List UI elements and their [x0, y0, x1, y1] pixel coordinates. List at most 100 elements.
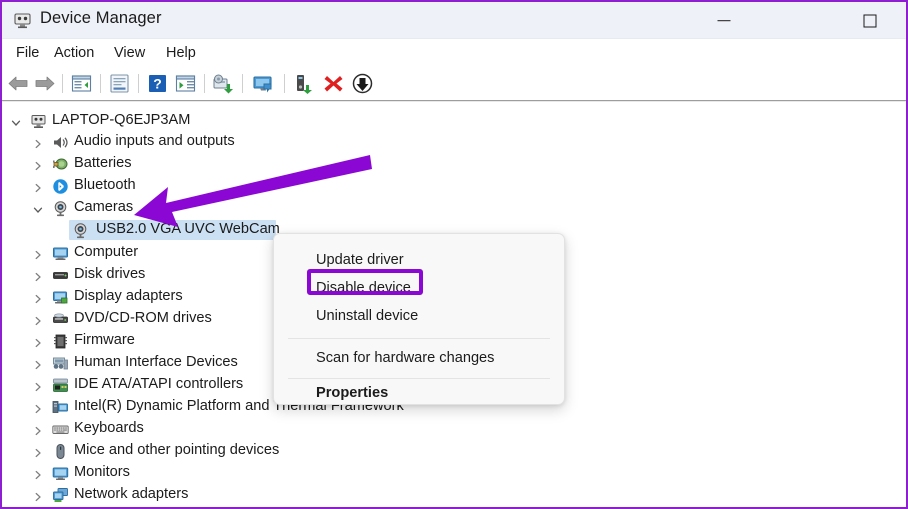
- tree-item-root[interactable]: LAPTOP-Q6EJP3AM: [2, 111, 906, 132]
- tree-item-label: Bluetooth: [74, 177, 136, 193]
- menu-item-action[interactable]: Action: [47, 43, 101, 64]
- bluetooth-icon: [52, 178, 69, 195]
- toolbar-properties-button[interactable]: [107, 71, 132, 96]
- toolbar-display-button[interactable]: [251, 71, 276, 96]
- toolbar-console-tree-button[interactable]: [69, 71, 94, 96]
- toolbar-separator: [100, 74, 101, 93]
- dvd-drive-icon: [52, 311, 69, 328]
- window-title: Device Manager: [40, 9, 162, 27]
- toolbar-update-driver-button[interactable]: [173, 71, 198, 96]
- toolbar-help-button[interactable]: ?: [145, 71, 170, 96]
- chevron-right-icon[interactable]: [32, 137, 44, 149]
- tree-item-label: Keyboards: [74, 420, 144, 436]
- maximize-button[interactable]: [847, 2, 893, 39]
- chevron-right-icon[interactable]: [32, 380, 44, 392]
- menu-item-view[interactable]: View: [107, 43, 152, 64]
- chevron-right-icon[interactable]: [32, 468, 44, 480]
- tree-item-label: Cameras: [74, 199, 134, 215]
- close-button[interactable]: [893, 2, 906, 39]
- camera-icon: [52, 200, 69, 217]
- tree-item-label: DVD/CD-ROM drives: [74, 310, 212, 326]
- tree-item-label: Network adapters: [74, 486, 189, 502]
- display-icon: [253, 76, 272, 93]
- toolbar-separator: [138, 74, 139, 93]
- tree-item-label: Human Interface Devices: [74, 354, 238, 370]
- tree-item-label: LAPTOP-Q6EJP3AM: [52, 112, 191, 128]
- tree-item-label: Monitors: [74, 464, 130, 480]
- tree-item-cameras[interactable]: Cameras: [2, 198, 906, 219]
- device-manager-icon: [13, 11, 33, 29]
- network-adapter-icon: [52, 487, 69, 504]
- tree-item-audio-inputs-and-outputs[interactable]: Audio inputs and outputs: [2, 132, 906, 153]
- context-menu-item-update-driver[interactable]: Update driver: [274, 246, 564, 274]
- menu-item-file[interactable]: File: [9, 43, 46, 64]
- tree-item-label: Display adapters: [74, 288, 183, 304]
- disk-drive-icon: [52, 267, 69, 284]
- chevron-right-icon[interactable]: [32, 358, 44, 370]
- tree-item-network-adapters[interactable]: Network adapters: [2, 485, 906, 506]
- firmware-icon: [52, 333, 69, 350]
- context-menu-item-disable-device[interactable]: Disable device: [274, 274, 564, 302]
- disable-device-icon: [352, 73, 373, 94]
- thermal-icon: [52, 399, 69, 416]
- menu-bar: File Action View Help: [2, 39, 906, 67]
- toolbar-separator: [284, 74, 285, 93]
- tree-item-label: USB2.0 VGA UVC WebCam: [96, 221, 280, 237]
- chevron-right-icon[interactable]: [32, 248, 44, 260]
- toolbar-scan-hardware-button[interactable]: [211, 71, 236, 96]
- context-menu-separator: [288, 338, 550, 339]
- chevron-right-icon[interactable]: [32, 446, 44, 458]
- chevron-right-icon[interactable]: [32, 490, 44, 502]
- tree-item-label: Computer: [74, 244, 139, 260]
- context-menu-item-uninstall-device[interactable]: Uninstall device: [274, 302, 564, 330]
- tree-item-monitors[interactable]: Monitors: [2, 463, 906, 484]
- chevron-right-icon[interactable]: [32, 336, 44, 348]
- chevron-right-icon[interactable]: [32, 181, 44, 193]
- toolbar-forward-button[interactable]: [32, 71, 57, 96]
- device-manager-window: Device Manager File Action View Help ? L…: [0, 0, 908, 509]
- chevron-down-icon[interactable]: [10, 116, 22, 128]
- forward-icon: [35, 76, 55, 91]
- properties-icon: [110, 74, 129, 93]
- menu-item-help[interactable]: Help: [159, 43, 203, 64]
- camera-icon: [72, 222, 89, 239]
- help-icon: ?: [149, 75, 166, 92]
- title-bar: Device Manager: [2, 2, 906, 39]
- tree-item-keyboards[interactable]: Keyboards: [2, 419, 906, 440]
- tree-item-mice-and-other-pointing-devices[interactable]: Mice and other pointing devices: [2, 441, 906, 462]
- chevron-right-icon[interactable]: [32, 292, 44, 304]
- monitor-icon: [52, 465, 69, 482]
- tree-item-label: Firmware: [74, 332, 135, 348]
- speaker-icon: [52, 134, 69, 151]
- computer-icon: [52, 245, 69, 262]
- chevron-right-icon[interactable]: [32, 424, 44, 436]
- tree-item-label: IDE ATA/ATAPI controllers: [74, 376, 244, 392]
- chevron-down-icon[interactable]: [32, 203, 44, 215]
- maximize-icon: [863, 14, 877, 27]
- toolbar-separator: [62, 74, 63, 93]
- chevron-right-icon[interactable]: [32, 159, 44, 171]
- context-menu[interactable]: Update driver Disable device Uninstall d…: [273, 233, 565, 405]
- tree-item-label: Disk drives: [74, 266, 146, 282]
- ide-controller-icon: [52, 377, 69, 394]
- chevron-right-icon[interactable]: [32, 314, 44, 326]
- chevron-right-icon[interactable]: [32, 270, 44, 282]
- toolbar-disable-device-button[interactable]: [350, 71, 375, 96]
- update-driver-icon: [175, 75, 196, 92]
- chevron-right-icon[interactable]: [32, 402, 44, 414]
- context-menu-item-properties[interactable]: Properties: [274, 379, 564, 404]
- tree-item-label: Audio inputs and outputs: [74, 133, 235, 149]
- tree-item-batteries[interactable]: Batteries: [2, 154, 906, 175]
- show-hide-console-tree-icon: [71, 75, 92, 92]
- toolbar: ?: [2, 67, 906, 100]
- back-icon: [8, 76, 28, 91]
- minimize-button[interactable]: [701, 2, 747, 39]
- minimize-icon: [717, 19, 731, 22]
- scan-hardware-changes-icon: [213, 74, 233, 94]
- keyboard-icon: [52, 421, 69, 438]
- toolbar-uninstall-device-button[interactable]: [321, 71, 346, 96]
- context-menu-item-scan-for-hardware-changes[interactable]: Scan for hardware changes: [274, 344, 564, 372]
- tree-item-bluetooth[interactable]: Bluetooth: [2, 176, 906, 197]
- toolbar-enable-device-button[interactable]: [292, 71, 317, 96]
- toolbar-back-button[interactable]: [6, 71, 31, 96]
